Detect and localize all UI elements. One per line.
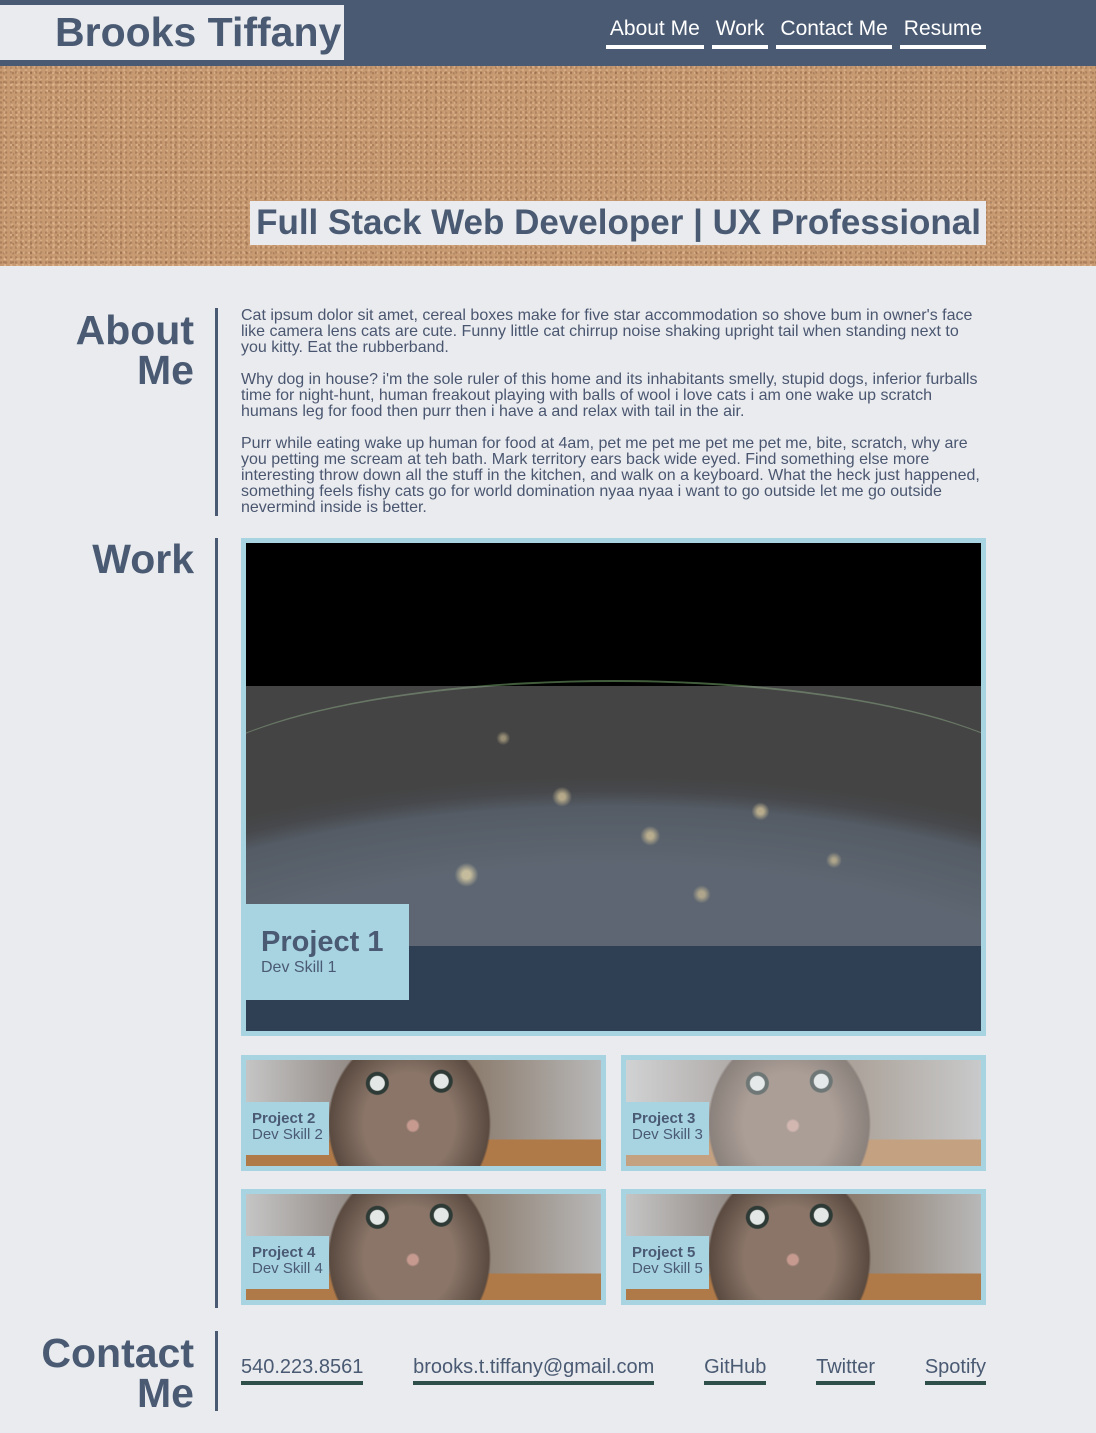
site-header: Brooks Tiffany About Me Work Contact Me … [0, 0, 1096, 66]
about-divider [215, 308, 218, 516]
project-caption-2: Project 2 Dev Skill 2 [246, 1102, 329, 1155]
work-divider [215, 538, 218, 1308]
project-card-2[interactable]: Project 2 Dev Skill 2 [241, 1055, 606, 1171]
nav-work[interactable]: Work [711, 15, 769, 49]
project-card-3[interactable]: Project 3 Dev Skill 3 [621, 1055, 986, 1171]
project-skill-2: Dev Skill 2 [252, 1126, 323, 1143]
project-skill-1: Dev Skill 1 [261, 959, 337, 976]
about-heading-line2: Me [137, 347, 194, 393]
hero-banner: Full Stack Web Developer | UX Profession… [0, 66, 1096, 266]
contact-phone-link[interactable]: 540.223.8561 [241, 1355, 364, 1385]
contact-divider [215, 1331, 218, 1411]
project-skill-3: Dev Skill 3 [632, 1126, 703, 1143]
nav-about-me[interactable]: About Me [605, 15, 704, 49]
project-caption-3: Project 3 Dev Skill 3 [626, 1102, 709, 1155]
project-title-3: Project 3 [632, 1110, 696, 1127]
contact-email-link[interactable]: brooks.t.tiffany@gmail.com [413, 1355, 655, 1385]
hero-tagline: Full Stack Web Developer | UX Profession… [250, 201, 986, 245]
project-card-5[interactable]: Project 5 Dev Skill 5 [621, 1189, 986, 1305]
contact-twitter-link[interactable]: Twitter [816, 1355, 876, 1385]
project-skill-4: Dev Skill 4 [252, 1260, 323, 1277]
about-heading: About Me [75, 307, 194, 393]
project-title-1: Project 1 [261, 926, 384, 958]
project-skill-5: Dev Skill 5 [632, 1260, 703, 1277]
nav-contact-me[interactable]: Contact Me [776, 15, 892, 49]
project-caption-5: Project 5 Dev Skill 5 [626, 1236, 709, 1289]
project-caption-4: Project 4 Dev Skill 4 [246, 1236, 329, 1289]
main-nav: About Me Work Contact Me Resume [605, 15, 986, 49]
project-card-1[interactable]: Project 1 Dev Skill 1 [241, 538, 986, 1036]
nav-resume[interactable]: Resume [899, 15, 986, 49]
about-paragraph-2: Why dog in house? i'm the sole ruler of … [241, 371, 978, 420]
work-heading: Work [92, 536, 194, 582]
contact-heading-line2: Me [137, 1370, 194, 1416]
contact-spotify-link[interactable]: Spotify [924, 1355, 986, 1385]
about-heading-line1: About [75, 307, 194, 353]
project-title-5: Project 5 [632, 1244, 696, 1261]
contact-links: 540.223.8561 brooks.t.tiffany@gmail.com … [241, 1355, 986, 1385]
contact-github-link[interactable]: GitHub [704, 1355, 767, 1385]
site-brand[interactable]: Brooks Tiffany [0, 5, 344, 60]
about-paragraph-3: Purr while eating wake up human for food… [241, 435, 980, 516]
about-text: Cat ipsum dolor sit amet, cereal boxes m… [241, 308, 986, 532]
project-caption-1: Project 1 Dev Skill 1 [246, 904, 409, 1000]
contact-heading: Contact Me [41, 1330, 194, 1416]
about-paragraph-1: Cat ipsum dolor sit amet, cereal boxes m… [241, 307, 973, 356]
project-card-4[interactable]: Project 4 Dev Skill 4 [241, 1189, 606, 1305]
contact-heading-line1: Contact [41, 1330, 194, 1376]
project-title-4: Project 4 [252, 1244, 316, 1261]
project-title-2: Project 2 [252, 1110, 316, 1127]
